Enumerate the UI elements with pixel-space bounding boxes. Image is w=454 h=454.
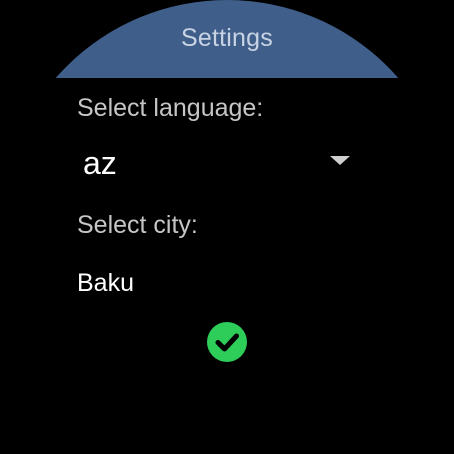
city-value: Baku xyxy=(77,269,134,297)
chevron-down-icon xyxy=(330,156,350,165)
language-dropdown[interactable]: az xyxy=(77,140,357,184)
city-label: Select city: xyxy=(77,211,198,239)
confirm-button[interactable] xyxy=(207,322,247,362)
header: Settings xyxy=(0,0,454,78)
check-icon xyxy=(215,333,239,352)
language-selected-value: az xyxy=(83,145,117,181)
page-title: Settings xyxy=(181,24,273,52)
language-label: Select language: xyxy=(77,94,264,122)
city-field[interactable]: Baku xyxy=(77,264,357,304)
watch-screen: Settings Select language: az Select city… xyxy=(0,0,454,454)
